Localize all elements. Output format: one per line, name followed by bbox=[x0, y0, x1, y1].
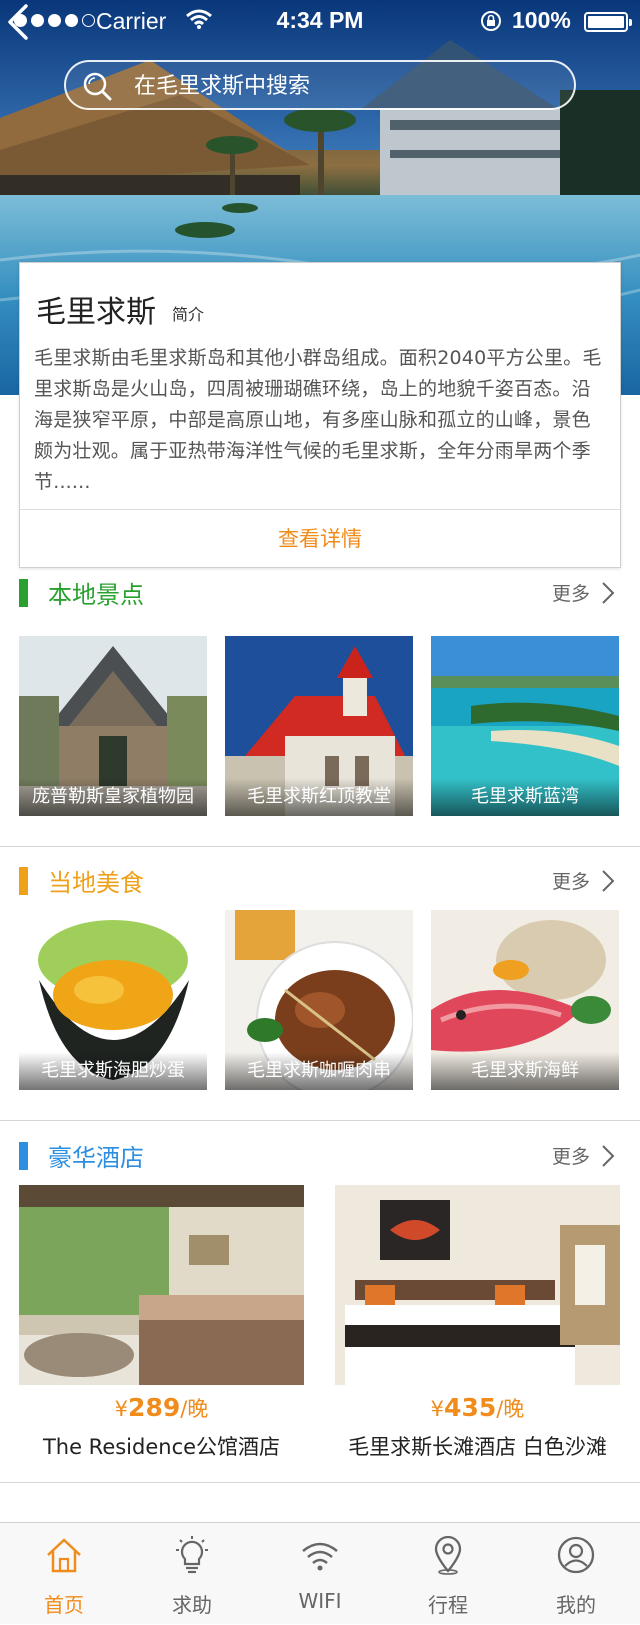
food-name: 毛里求斯海鲜 bbox=[471, 1060, 579, 1081]
attraction-name: 毛里求斯红顶教堂 bbox=[247, 786, 391, 807]
user-icon bbox=[557, 1536, 595, 1574]
section-divider bbox=[0, 1482, 640, 1483]
attractions-header: 本地景点 更多 bbox=[0, 573, 640, 613]
food-header: 当地美食 更多 bbox=[0, 861, 640, 901]
intro-subtitle: 简介 bbox=[172, 305, 205, 324]
price-value: 289 bbox=[128, 1393, 181, 1422]
hotels-header: 豪华酒店 更多 bbox=[0, 1136, 640, 1176]
tab-label: 行程 bbox=[428, 1593, 468, 1617]
hotel-name: 毛里求斯长滩酒店 白色沙滩 bbox=[348, 1435, 607, 1459]
wifi-icon bbox=[302, 1542, 338, 1571]
chevron-right-icon[interactable] bbox=[600, 581, 616, 605]
chevron-right-icon[interactable] bbox=[600, 1144, 616, 1168]
view-details-button[interactable]: 查看详情 bbox=[20, 510, 620, 568]
attraction-card[interactable]: 毛里求斯蓝湾 bbox=[431, 636, 619, 816]
more-link[interactable]: 更多 bbox=[552, 579, 590, 606]
attraction-name: 毛里求斯蓝湾 bbox=[471, 786, 579, 807]
price-unit: /晚 bbox=[496, 1397, 525, 1421]
section-divider bbox=[0, 1120, 640, 1121]
battery-icon bbox=[584, 12, 632, 32]
residence-room-image bbox=[19, 1185, 304, 1385]
search-icon bbox=[83, 72, 112, 101]
lightbulb-icon bbox=[176, 1536, 208, 1574]
currency-symbol: ¥ bbox=[114, 1397, 129, 1421]
tab-profile[interactable]: 我的 bbox=[512, 1523, 640, 1625]
tab-home[interactable]: 首页 bbox=[0, 1523, 128, 1625]
search-input[interactable] bbox=[132, 68, 562, 104]
section-title: 豪华酒店 bbox=[48, 1144, 144, 1172]
tab-label: WIFI bbox=[298, 1589, 342, 1613]
long-beach-room-image bbox=[335, 1185, 620, 1385]
more-link[interactable]: 更多 bbox=[552, 867, 590, 894]
hotel-photo bbox=[19, 1185, 304, 1385]
tab-label: 求助 bbox=[172, 1593, 212, 1617]
tab-label: 我的 bbox=[556, 1593, 596, 1617]
back-arrow-icon[interactable] bbox=[0, 0, 36, 44]
food-card[interactable]: 毛里求斯咖喱肉串 bbox=[225, 910, 413, 1090]
chevron-right-icon[interactable] bbox=[600, 869, 616, 893]
section-title: 当地美食 bbox=[48, 869, 144, 897]
search-bar[interactable] bbox=[64, 60, 576, 110]
price-unit: /晚 bbox=[180, 1397, 209, 1421]
section-divider bbox=[0, 846, 640, 847]
hotel-price: ¥435/晚 bbox=[335, 1393, 620, 1423]
bottom-tab-bar: 首页 求助 WIFI 行程 我的 bbox=[0, 1522, 640, 1624]
more-link[interactable]: 更多 bbox=[552, 1142, 590, 1169]
tab-wifi[interactable]: WIFI bbox=[256, 1523, 384, 1625]
hotel-photo bbox=[335, 1185, 620, 1385]
price-value: 435 bbox=[444, 1393, 497, 1422]
status-bar: Carrier 4:34 PM 100% bbox=[0, 0, 640, 42]
tab-label: 首页 bbox=[44, 1593, 84, 1617]
food-name: 毛里求斯咖喱肉串 bbox=[247, 1060, 391, 1081]
rotation-lock-icon bbox=[481, 11, 501, 31]
food-card[interactable]: 毛里求斯海鲜 bbox=[431, 910, 619, 1090]
attraction-card[interactable]: 毛里求斯红顶教堂 bbox=[225, 636, 413, 816]
food-name: 毛里求斯海胆炒蛋 bbox=[41, 1060, 185, 1081]
section-accent-bar bbox=[19, 1142, 28, 1170]
destination-title: 毛里求斯 bbox=[36, 295, 156, 330]
attraction-name: 庞普勒斯皇家植物园 bbox=[32, 786, 194, 807]
section-accent-bar bbox=[19, 579, 28, 607]
tab-help[interactable]: 求助 bbox=[128, 1523, 256, 1625]
attraction-card[interactable]: 庞普勒斯皇家植物园 bbox=[19, 636, 207, 816]
battery-percentage: 100% bbox=[512, 7, 571, 33]
food-card[interactable]: 毛里求斯海胆炒蛋 bbox=[19, 910, 207, 1090]
section-title: 本地景点 bbox=[48, 581, 144, 609]
section-accent-bar bbox=[19, 867, 28, 895]
currency-symbol: ¥ bbox=[430, 1397, 445, 1421]
location-pin-icon bbox=[434, 1535, 462, 1575]
hotel-name: The Residence公馆酒店 bbox=[42, 1435, 281, 1459]
intro-description: 毛里求斯由毛里求斯岛和其他小群岛组成。面积2040平方公里。毛里求斯岛是火山岛，… bbox=[34, 347, 602, 493]
home-icon bbox=[47, 1538, 81, 1573]
hotel-price: ¥289/晚 bbox=[19, 1393, 304, 1423]
intro-card: 毛里求斯 简介 毛里求斯由毛里求斯岛和其他小群岛组成。面积2040平方公里。毛里… bbox=[19, 262, 621, 568]
tab-itinerary[interactable]: 行程 bbox=[384, 1523, 512, 1625]
